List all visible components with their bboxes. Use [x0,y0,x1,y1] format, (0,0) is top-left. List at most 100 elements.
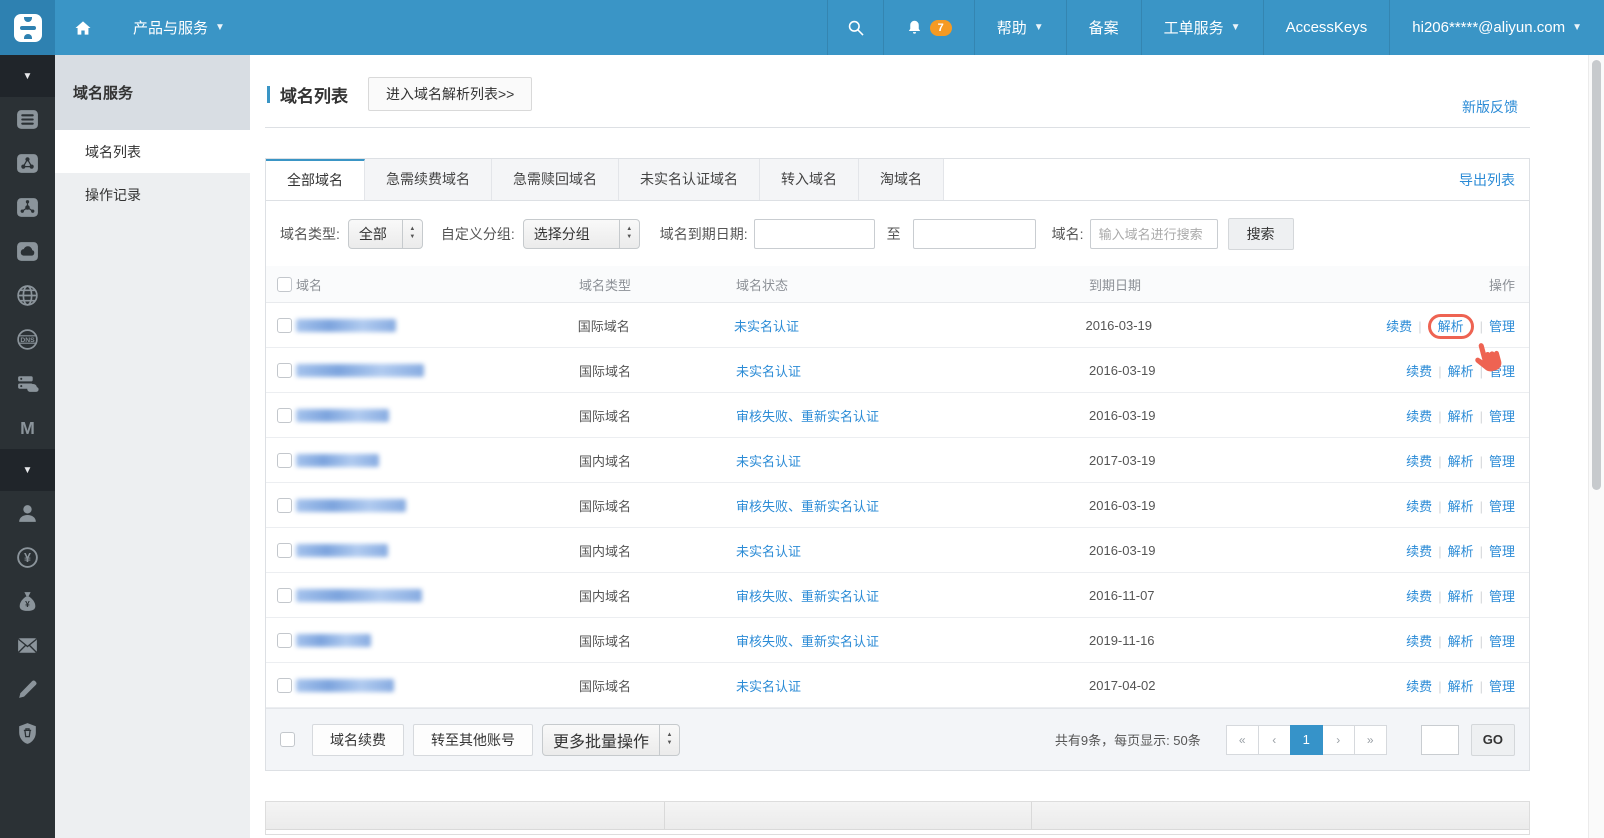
action-0-link[interactable]: 续费 [1406,679,1432,694]
expire-date-from-input[interactable] [754,219,875,249]
goto-page-input[interactable] [1421,725,1459,755]
transfer-account-button[interactable]: 转至其他账号 [413,724,533,756]
enter-dns-list-button[interactable]: 进入域名解析列表>> [368,77,532,111]
account-menu[interactable]: hi206*****@aliyun.com ▼ [1389,0,1604,55]
shield-icon[interactable] [0,711,55,755]
scrollbar-thumb[interactable] [1592,60,1601,490]
action-2-link[interactable]: 管理 [1489,544,1515,559]
action-2-link[interactable]: 管理 [1489,679,1515,694]
action-1-link[interactable]: 解析 [1448,409,1474,424]
action-2-link[interactable]: 管理 [1489,589,1515,604]
action-0-link[interactable]: 续费 [1406,634,1432,649]
dns-icon[interactable]: DNS [0,317,55,361]
cloud-sync-icon[interactable] [0,229,55,273]
domain-status-link[interactable]: 未实名认证 [736,679,801,694]
page-last[interactable]: » [1354,725,1387,755]
row-checkbox[interactable] [277,498,292,513]
notifications-button[interactable]: 7 [883,0,974,55]
money-bag-icon[interactable]: ¥ [0,579,55,623]
yuan-circle-icon[interactable]: ¥ [0,535,55,579]
renew-batch-button[interactable]: 域名续费 [312,724,404,756]
home-button[interactable] [55,0,111,55]
page-number[interactable]: 1 [1290,725,1323,755]
tab-2[interactable]: 急需赎回域名 [492,159,619,200]
action-2-link[interactable]: 管理 [1489,634,1515,649]
row-checkbox[interactable] [277,588,292,603]
beian-link[interactable]: 备案 [1066,0,1141,55]
domain-status-link[interactable]: 审核失败、重新实名认证 [736,499,879,514]
tab-1[interactable]: 急需续费域名 [365,159,492,200]
accesskeys-link[interactable]: AccessKeys [1263,0,1390,55]
action-0-link[interactable]: 续费 [1406,589,1432,604]
export-list-link[interactable]: 导出列表 [1459,159,1529,200]
row-checkbox[interactable] [277,318,292,333]
row-checkbox[interactable] [277,678,292,693]
more-batch-ops-select[interactable]: 更多批量操作 ▲▼ [542,724,680,756]
vertical-scrollbar[interactable] [1588,55,1604,838]
tab-5[interactable]: 淘域名 [859,159,944,200]
action-1-link[interactable]: 解析 [1448,544,1474,559]
mail-icon[interactable] [0,623,55,667]
row-checkbox[interactable] [277,633,292,648]
page-first[interactable]: « [1226,725,1259,755]
pencil-icon[interactable] [0,667,55,711]
row-checkbox[interactable] [277,453,292,468]
action-1-link[interactable]: 解析 [1448,634,1474,649]
redacted-domain-name[interactable] [296,364,424,377]
action-2-link[interactable]: 管理 [1489,364,1515,379]
tab-3[interactable]: 未实名认证域名 [619,159,760,200]
action-1-link[interactable]: 解析 [1448,499,1474,514]
tab-4[interactable]: 转入域名 [760,159,859,200]
row-checkbox[interactable] [277,363,292,378]
tab-0[interactable]: 全部域名 [266,159,365,200]
domain-status-link[interactable]: 未实名认证 [734,319,799,334]
domain-status-link[interactable]: 审核失败、重新实名认证 [736,589,879,604]
custom-group-select[interactable]: 选择分组 ▲▼ [523,219,640,249]
search-button[interactable] [827,0,883,55]
sidebar-item-1[interactable]: 操作记录 [55,173,250,216]
expire-date-to-input[interactable] [913,219,1036,249]
action-2-link[interactable]: 管理 [1489,499,1515,514]
page-prev[interactable]: ‹ [1258,725,1291,755]
globe-icon[interactable] [0,273,55,317]
rail-collapse-bottom[interactable]: ▼ [0,449,55,491]
action-1-link[interactable]: 解析 [1448,454,1474,469]
action-1-link[interactable]: 解析 [1448,364,1474,379]
domain-search-input[interactable] [1090,219,1218,249]
help-menu[interactable]: 帮助 ▼ [974,0,1066,55]
domain-status-link[interactable]: 审核失败、重新实名认证 [736,634,879,649]
action-1-link[interactable]: 解析 [1448,589,1474,604]
redacted-domain-name[interactable] [296,409,389,422]
nodes-share-icon[interactable] [0,185,55,229]
domain-status-link[interactable]: 审核失败、重新实名认证 [736,409,879,424]
action-1-link[interactable]: 解析 [1448,679,1474,694]
redacted-domain-name[interactable] [296,544,388,557]
aliyun-logo[interactable] [0,0,55,55]
redacted-domain-name[interactable] [296,499,406,512]
storage-server-icon[interactable] [0,361,55,405]
domain-status-link[interactable]: 未实名认证 [736,364,801,379]
action-2-link[interactable]: 管理 [1489,319,1515,334]
action-0-link[interactable]: 续费 [1406,409,1432,424]
search-button[interactable]: 搜索 [1228,218,1294,250]
new-version-feedback-link[interactable]: 新版反馈 [1462,97,1518,117]
server-list-icon[interactable] [0,97,55,141]
nodes-triangle-icon[interactable] [0,141,55,185]
go-button[interactable]: GO [1471,724,1515,756]
row-checkbox[interactable] [277,408,292,423]
page-next[interactable]: › [1322,725,1355,755]
action-0-link[interactable]: 续费 [1406,544,1432,559]
action-0-link[interactable]: 续费 [1406,454,1432,469]
ticket-menu[interactable]: 工单服务 ▼ [1141,0,1263,55]
products-menu[interactable]: 产品与服务 ▼ [111,0,247,55]
action-0-link[interactable]: 续费 [1406,499,1432,514]
domain-status-link[interactable]: 未实名认证 [736,544,801,559]
redacted-domain-name[interactable] [296,589,422,602]
action-0-link[interactable]: 续费 [1386,319,1412,334]
redacted-domain-name[interactable] [296,634,371,647]
action-0-link[interactable]: 续费 [1406,364,1432,379]
footer-select-all-checkbox[interactable] [280,732,295,747]
action-2-link[interactable]: 管理 [1489,454,1515,469]
redacted-domain-name[interactable] [296,319,396,332]
action-link-annotated[interactable]: 解析 [1428,314,1474,339]
